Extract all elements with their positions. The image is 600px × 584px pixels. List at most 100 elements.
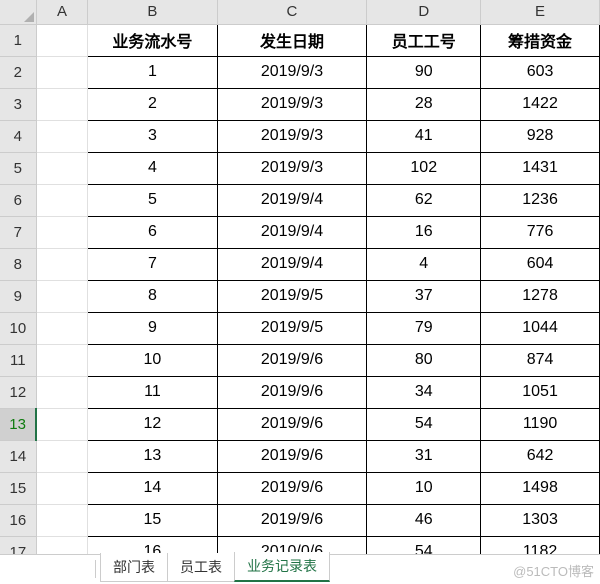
cell[interactable]: 11 bbox=[88, 376, 217, 408]
row-header[interactable]: 7 bbox=[0, 216, 36, 248]
cell[interactable]: 1431 bbox=[481, 152, 600, 184]
cell[interactable]: 79 bbox=[367, 312, 481, 344]
cell[interactable]: 54 bbox=[367, 408, 481, 440]
cell[interactable]: 1051 bbox=[481, 376, 600, 408]
cell-a1[interactable] bbox=[36, 24, 88, 56]
cell[interactable]: 5 bbox=[88, 184, 217, 216]
cell[interactable] bbox=[36, 216, 88, 248]
row-header[interactable]: 5 bbox=[0, 152, 36, 184]
col-header-a[interactable]: A bbox=[36, 0, 88, 24]
cell[interactable]: 2019/9/4 bbox=[217, 184, 367, 216]
row-header[interactable]: 3 bbox=[0, 88, 36, 120]
header-cell-e[interactable]: 筹措资金 bbox=[481, 24, 600, 56]
cell[interactable]: 2019/9/3 bbox=[217, 120, 367, 152]
cell[interactable]: 776 bbox=[481, 216, 600, 248]
row-header[interactable]: 2 bbox=[0, 56, 36, 88]
col-header-e[interactable]: E bbox=[481, 0, 600, 24]
row-header[interactable]: 15 bbox=[0, 472, 36, 504]
cell[interactable]: 1278 bbox=[481, 280, 600, 312]
cell[interactable]: 2019/9/6 bbox=[217, 376, 367, 408]
row-header[interactable]: 10 bbox=[0, 312, 36, 344]
col-header-d[interactable]: D bbox=[367, 0, 481, 24]
cell[interactable]: 2019/9/5 bbox=[217, 280, 367, 312]
row-header[interactable]: 11 bbox=[0, 344, 36, 376]
cell[interactable]: 46 bbox=[367, 504, 481, 536]
cell[interactable]: 14 bbox=[88, 472, 217, 504]
cell[interactable]: 1422 bbox=[481, 88, 600, 120]
cell[interactable]: 80 bbox=[367, 344, 481, 376]
cell[interactable] bbox=[36, 472, 88, 504]
col-header-c[interactable]: C bbox=[217, 0, 367, 24]
cell[interactable]: 1303 bbox=[481, 504, 600, 536]
row-header[interactable]: 12 bbox=[0, 376, 36, 408]
cell[interactable] bbox=[36, 184, 88, 216]
cell[interactable]: 10 bbox=[88, 344, 217, 376]
cell[interactable]: 16 bbox=[367, 216, 481, 248]
cell[interactable]: 1182 bbox=[481, 536, 600, 554]
row-header[interactable]: 16 bbox=[0, 504, 36, 536]
cell[interactable] bbox=[36, 120, 88, 152]
cell[interactable]: 928 bbox=[481, 120, 600, 152]
cell[interactable]: 2019/9/3 bbox=[217, 152, 367, 184]
cell[interactable] bbox=[36, 504, 88, 536]
cell[interactable]: 603 bbox=[481, 56, 600, 88]
cell[interactable]: 13 bbox=[88, 440, 217, 472]
sheet-tab-emp[interactable]: 员工表 bbox=[167, 553, 235, 582]
cell[interactable] bbox=[36, 536, 88, 554]
cell[interactable]: 8 bbox=[88, 280, 217, 312]
cell[interactable]: 1498 bbox=[481, 472, 600, 504]
cell[interactable]: 102 bbox=[367, 152, 481, 184]
cell[interactable]: 2019/9/5 bbox=[217, 312, 367, 344]
row-header[interactable]: 1 bbox=[0, 24, 36, 56]
cell[interactable]: 2019/9/3 bbox=[217, 56, 367, 88]
cell[interactable] bbox=[36, 248, 88, 280]
cell[interactable]: 10 bbox=[367, 472, 481, 504]
cell[interactable]: 16 bbox=[88, 536, 217, 554]
header-cell-c[interactable]: 发生日期 bbox=[217, 24, 367, 56]
header-cell-d[interactable]: 员工工号 bbox=[367, 24, 481, 56]
cell[interactable]: 54 bbox=[367, 536, 481, 554]
cell[interactable] bbox=[36, 152, 88, 184]
cell[interactable]: 62 bbox=[367, 184, 481, 216]
cell[interactable] bbox=[36, 312, 88, 344]
cell[interactable]: 3 bbox=[88, 120, 217, 152]
sheet-tab-biz[interactable]: 业务记录表 bbox=[234, 552, 330, 582]
cell[interactable]: 31 bbox=[367, 440, 481, 472]
cell[interactable]: 2019/9/6 bbox=[217, 504, 367, 536]
cell[interactable]: 1044 bbox=[481, 312, 600, 344]
row-header[interactable]: 17 bbox=[0, 536, 36, 554]
row-header[interactable]: 4 bbox=[0, 120, 36, 152]
cell[interactable] bbox=[36, 280, 88, 312]
row-header[interactable]: 14 bbox=[0, 440, 36, 472]
cell[interactable]: 6 bbox=[88, 216, 217, 248]
cell[interactable]: 28 bbox=[367, 88, 481, 120]
cell[interactable]: 90 bbox=[367, 56, 481, 88]
row-header[interactable]: 9 bbox=[0, 280, 36, 312]
select-all-corner[interactable] bbox=[0, 0, 36, 24]
cell[interactable] bbox=[36, 88, 88, 120]
cell[interactable]: 1 bbox=[88, 56, 217, 88]
cell[interactable]: 7 bbox=[88, 248, 217, 280]
cell[interactable] bbox=[36, 56, 88, 88]
cell[interactable] bbox=[36, 344, 88, 376]
cell[interactable]: 2019/9/4 bbox=[217, 216, 367, 248]
cell[interactable]: 642 bbox=[481, 440, 600, 472]
cell[interactable]: 2019/9/6 bbox=[217, 472, 367, 504]
header-cell-b[interactable]: 业务流水号 bbox=[88, 24, 217, 56]
cell[interactable]: 2019/9/6 bbox=[217, 440, 367, 472]
col-header-b[interactable]: B bbox=[88, 0, 217, 24]
cell[interactable]: 37 bbox=[367, 280, 481, 312]
cell[interactable] bbox=[36, 440, 88, 472]
row-header[interactable]: 8 bbox=[0, 248, 36, 280]
cell[interactable]: 2019/9/6 bbox=[217, 344, 367, 376]
cell[interactable]: 2019/9/6 bbox=[217, 408, 367, 440]
cell[interactable]: 1190 bbox=[481, 408, 600, 440]
cell[interactable]: 9 bbox=[88, 312, 217, 344]
cell[interactable]: 1236 bbox=[481, 184, 600, 216]
cell[interactable]: 41 bbox=[367, 120, 481, 152]
cell[interactable]: 4 bbox=[88, 152, 217, 184]
row-header[interactable]: 13 bbox=[0, 408, 36, 440]
cell[interactable]: 874 bbox=[481, 344, 600, 376]
cell[interactable]: 2019/9/3 bbox=[217, 88, 367, 120]
cell[interactable] bbox=[36, 376, 88, 408]
